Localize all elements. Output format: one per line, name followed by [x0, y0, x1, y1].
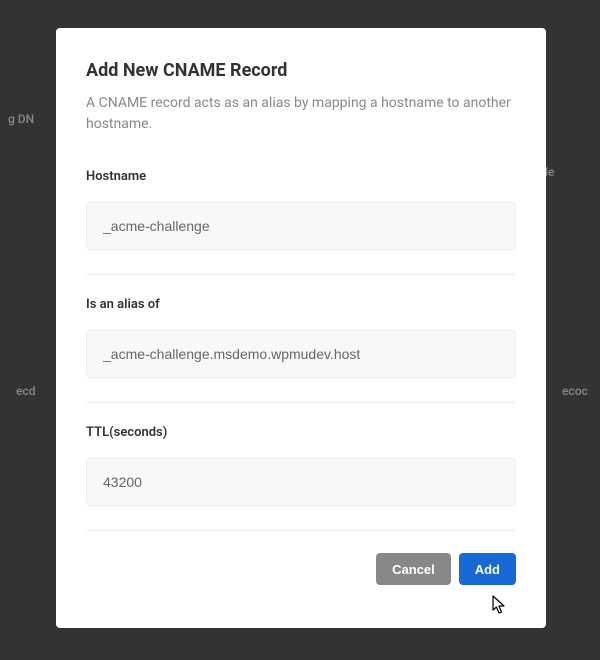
cancel-button[interactable]: Cancel	[376, 553, 451, 585]
obscured-bg-text: g DN	[8, 112, 34, 126]
hostname-field: Hostname	[86, 169, 516, 275]
modal-description: A CNAME record acts as an alias by mappi…	[86, 93, 516, 135]
alias-field: Is an alias of	[86, 297, 516, 403]
add-button[interactable]: Add	[459, 553, 516, 585]
modal-title: Add New CNAME Record	[86, 60, 516, 81]
add-cname-modal: Add New CNAME Record A CNAME record acts…	[56, 28, 546, 628]
obscured-bg-text: ecd	[16, 384, 35, 398]
hostname-label: Hostname	[86, 169, 516, 184]
hostname-input[interactable]	[86, 202, 516, 250]
modal-actions: Cancel Add	[86, 553, 516, 585]
ttl-input[interactable]	[86, 458, 516, 506]
alias-input[interactable]	[86, 330, 516, 378]
ttl-field: TTL(seconds)	[86, 425, 516, 531]
obscured-bg-text: le	[545, 165, 555, 179]
obscured-bg-text: ecoc	[562, 384, 588, 398]
alias-label: Is an alias of	[86, 297, 516, 312]
ttl-label: TTL(seconds)	[86, 425, 516, 440]
